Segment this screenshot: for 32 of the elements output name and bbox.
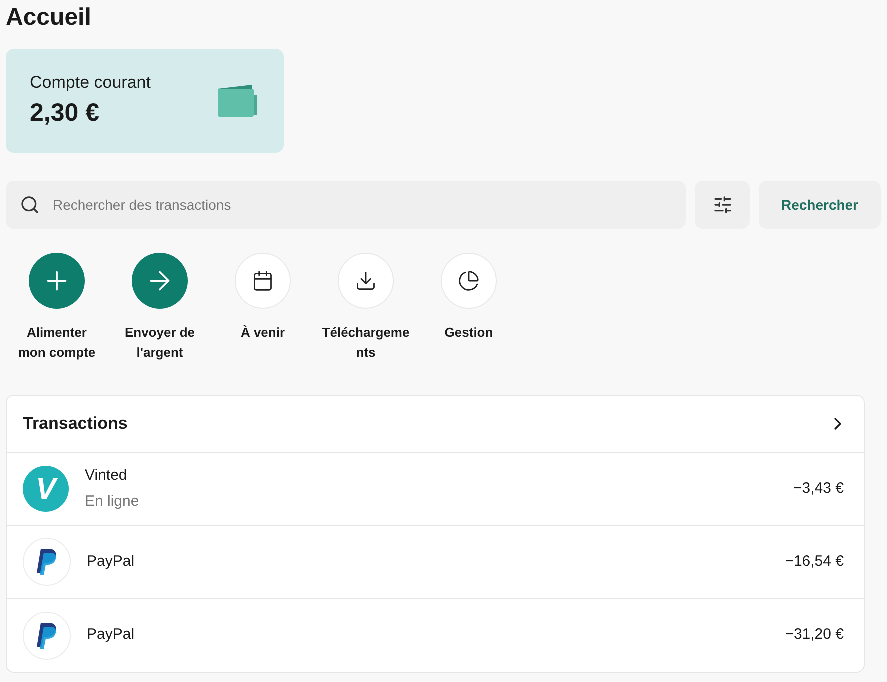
- account-balance: 2,30 €: [30, 98, 101, 129]
- transactions-title: Transactions: [23, 413, 128, 436]
- transaction-row[interactable]: PayPal −31,20 €: [7, 599, 864, 672]
- transaction-row[interactable]: V Vinted En ligne −3,43 €: [7, 453, 864, 526]
- transaction-amount: −31,20 €: [785, 625, 845, 646]
- filter-button[interactable]: [695, 181, 750, 229]
- action-label: Envoyer de l'argent: [124, 324, 196, 362]
- page-title: Accueil: [6, 3, 92, 33]
- transaction-amount: −16,54 €: [785, 552, 845, 572]
- settings-icon: [712, 195, 732, 215]
- merchant-logo: V: [23, 466, 69, 512]
- action-label: Téléchargements: [322, 324, 410, 362]
- merchant-name: Vinted: [85, 466, 128, 486]
- account-card[interactable]: Compte courant 2,30 €: [6, 49, 284, 153]
- merchant-logo-icon: [36, 622, 58, 648]
- download-icon: [355, 270, 377, 292]
- wallet-icon: [216, 83, 258, 119]
- merchant-subtitle: En ligne: [85, 492, 140, 512]
- action-label: À venir: [240, 324, 286, 342]
- pie-chart-icon: [458, 270, 480, 292]
- transaction-row[interactable]: PayPal −16,54 €: [7, 526, 864, 599]
- merchant-name: PayPal: [87, 552, 136, 572]
- search-button[interactable]: Rechercher: [759, 181, 881, 229]
- action-label: Alimenter mon compte: [17, 324, 97, 362]
- search-icon: [20, 195, 40, 215]
- merchant-name: PayPal: [87, 625, 136, 646]
- action-label: Gestion: [444, 324, 494, 342]
- account-label: Compte courant: [30, 72, 151, 94]
- search-field[interactable]: Rechercher des transactions: [6, 181, 686, 229]
- calendar-icon: [252, 270, 274, 292]
- merchant-logo-icon: [36, 549, 58, 575]
- transaction-amount: −3,43 €: [794, 478, 845, 499]
